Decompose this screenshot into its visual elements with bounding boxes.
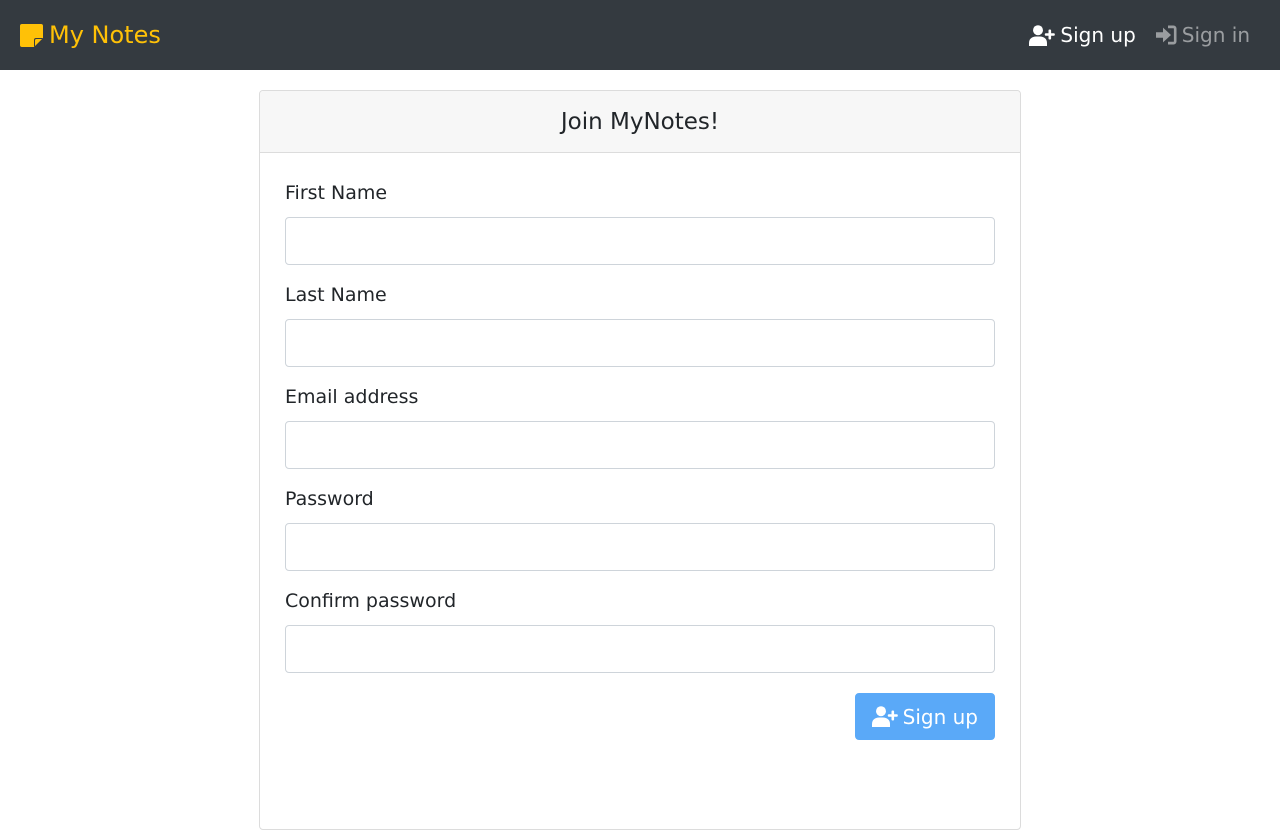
confirm-password-input[interactable] xyxy=(285,625,995,673)
navbar: My Notes Sign up Sign in xyxy=(0,0,1280,70)
form-actions: Sign up xyxy=(285,693,995,740)
nav-sign-up-label: Sign up xyxy=(1060,23,1136,47)
user-plus-icon xyxy=(871,706,898,727)
signup-card: Join MyNotes! First Name Last Name Email… xyxy=(259,90,1021,830)
confirm-password-group: Confirm password xyxy=(285,587,995,673)
card-header: Join MyNotes! xyxy=(260,91,1020,153)
email-label: Email address xyxy=(285,386,419,408)
password-label: Password xyxy=(285,488,374,510)
sign-up-button[interactable]: Sign up xyxy=(854,693,995,740)
first-name-group: First Name xyxy=(285,179,995,265)
last-name-label: Last Name xyxy=(285,284,387,306)
sticky-note-icon xyxy=(20,23,43,47)
password-group: Password xyxy=(285,485,995,571)
password-input[interactable] xyxy=(285,523,995,571)
brand-link[interactable]: My Notes xyxy=(20,21,161,49)
email-group: Email address xyxy=(285,383,995,469)
signup-form: First Name Last Name Email address Passw… xyxy=(260,153,1020,740)
last-name-group: Last Name xyxy=(285,281,995,367)
nav-sign-in-link[interactable]: Sign in xyxy=(1155,23,1250,47)
last-name-input[interactable] xyxy=(285,319,995,367)
confirm-password-label: Confirm password xyxy=(285,590,457,612)
first-name-input[interactable] xyxy=(285,217,995,265)
first-name-label: First Name xyxy=(285,182,388,204)
user-plus-icon xyxy=(1029,24,1056,46)
nav-sign-up-link[interactable]: Sign up xyxy=(1029,23,1136,47)
brand-label: My Notes xyxy=(49,21,161,49)
card-title: Join MyNotes! xyxy=(560,108,720,135)
sign-in-icon xyxy=(1155,25,1177,45)
email-input[interactable] xyxy=(285,421,995,469)
sign-up-button-label: Sign up xyxy=(902,704,978,729)
nav-sign-in-label: Sign in xyxy=(1181,23,1250,47)
nav-links: Sign up Sign in xyxy=(1029,23,1250,47)
